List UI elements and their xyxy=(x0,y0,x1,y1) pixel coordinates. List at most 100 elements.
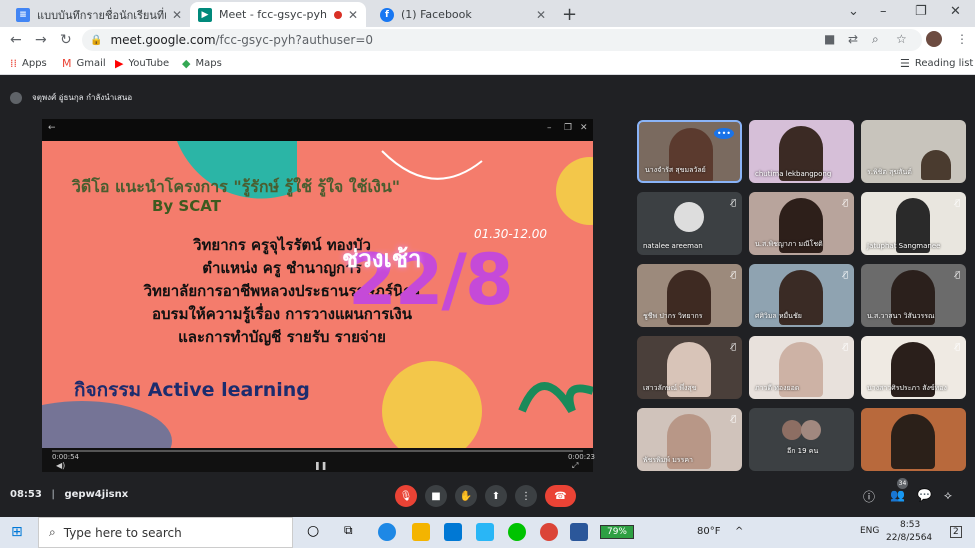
task-view-icon[interactable]: ⧉ xyxy=(344,523,362,541)
window-close-icon[interactable]: ✕ xyxy=(950,4,961,19)
pause-icon[interactable]: ❚❚ xyxy=(314,461,327,470)
leave-call-button[interactable]: ☎ xyxy=(545,485,576,507)
translate-icon[interactable]: ⇄ xyxy=(848,32,858,46)
participant-face xyxy=(891,414,935,469)
hangup-icon: ☎ xyxy=(554,490,567,502)
participant-tile[interactable]: ร.พิชิต สุขสันต์ xyxy=(861,120,966,183)
volume-icon[interactable]: ◀) xyxy=(56,461,65,470)
mic-off-icon: 🎙̸ xyxy=(731,270,736,279)
raise-hand-button[interactable]: ✋ xyxy=(455,485,477,507)
video-titlebar: ← – ❐ ✕ xyxy=(42,119,593,141)
more-vert-icon: ⋮ xyxy=(521,490,531,502)
edge-icon[interactable] xyxy=(378,523,396,541)
participant-tile[interactable]: ••• นางจำรัส สุขมลวัลย์ xyxy=(637,120,742,183)
windows-start-icon[interactable]: ⊞ xyxy=(11,524,23,540)
participant-tile[interactable]: 🎙̸ ชูชีพ ปากร วิทยากร xyxy=(637,264,742,327)
people-icon[interactable]: 👥 xyxy=(890,488,905,502)
tab-facebook[interactable]: f (1) Facebook ✕ xyxy=(372,2,554,27)
new-tab-icon[interactable]: + xyxy=(562,4,577,25)
slide-line: และการทำบัญชี รายรับ รายจ่าย xyxy=(178,328,386,346)
more-options-button[interactable]: ⋮ xyxy=(515,485,537,507)
present-button[interactable]: ⬆ xyxy=(485,485,507,507)
taskbar-search[interactable]: ⌕ Type here to search xyxy=(38,517,293,548)
mail-icon[interactable] xyxy=(444,523,462,541)
participant-tile[interactable]: 🎙̸ พัชรพิมพ์ มรรคา xyxy=(637,408,742,471)
mic-off-icon: 🎙̸ xyxy=(955,270,960,279)
participant-tile[interactable]: 🎙̸ natalee areeman xyxy=(637,192,742,255)
bookmark-star-icon[interactable]: ☆ xyxy=(896,32,907,46)
participant-face xyxy=(921,150,951,180)
search-icon: ⌕ xyxy=(49,525,56,539)
chat-icon[interactable]: 💬 xyxy=(917,488,932,502)
participant-tile[interactable]: 🎙̸ น.ส.พิชญาภา มณีโชติ xyxy=(749,192,854,255)
more-participants-tile[interactable]: อีก 19 คน xyxy=(749,408,854,471)
url-host: meet.google.com xyxy=(110,33,216,47)
maximize-icon[interactable]: ❐ xyxy=(564,123,572,133)
back-icon[interactable]: ← xyxy=(10,32,22,48)
hand-icon: ✋ xyxy=(459,490,473,502)
notifications-icon[interactable]: 2 xyxy=(950,526,962,538)
file-explorer-icon[interactable] xyxy=(412,523,430,541)
chrome-icon[interactable] xyxy=(540,523,558,541)
camera-icon: ■ xyxy=(431,490,441,502)
presentation-video[interactable]: ← – ❐ ✕ วิดีโอ แนะนำโครงการ "รู้รักษ์ รู… xyxy=(42,119,595,472)
language[interactable]: ENG xyxy=(860,526,879,536)
close-icon[interactable]: ✕ xyxy=(348,8,358,22)
clock-date[interactable]: 22/8/2564 xyxy=(886,533,932,543)
url-path: /fcc-gsyc-pyh?authuser=0 xyxy=(215,33,374,47)
participant-tile[interactable]: 🎙̸ Jatuphat Sangmanee xyxy=(861,192,966,255)
maximize-icon[interactable]: ❐ xyxy=(915,4,927,19)
bookmark-maps[interactable]: ◆ Maps xyxy=(182,57,222,70)
participant-tile[interactable]: 🎙̸ นางสาวศิรประภา สังข์ทอง xyxy=(861,336,966,399)
back-icon[interactable]: ← xyxy=(48,123,56,133)
elapsed-time: 0:00:54 xyxy=(52,453,79,461)
yellow-circle xyxy=(556,157,593,225)
tab-meet[interactable]: ▶ Meet - fcc-gsyc-pyh ✕ xyxy=(190,2,366,27)
avatar xyxy=(674,202,704,232)
seek-bar[interactable] xyxy=(52,450,583,452)
camera-toggle-button[interactable]: ■ xyxy=(425,485,447,507)
address-bar[interactable]: 🔒 meet.google.com/fcc-gsyc-pyh?authuser=… xyxy=(82,29,922,51)
meet-icon: ▶ xyxy=(198,7,212,22)
bookmark-gmail[interactable]: M Gmail xyxy=(62,57,106,70)
word-icon[interactable] xyxy=(570,523,588,541)
facebook-icon: f xyxy=(380,7,394,22)
fullscreen-icon[interactable]: ⤢ xyxy=(572,461,578,471)
minimize-icon[interactable]: – xyxy=(547,123,552,133)
reload-icon[interactable]: ↻ xyxy=(60,32,72,48)
more-options-icon[interactable]: ••• xyxy=(713,128,734,139)
participant-tile[interactable]: 🎙̸ ศศิวิมล หมื่นชัย xyxy=(749,264,854,327)
participant-tile[interactable]: 🎙̸ ภาวดี ทองยอด xyxy=(749,336,854,399)
profile-avatar[interactable] xyxy=(926,31,942,47)
participant-tile[interactable]: chutima lekbangpong xyxy=(749,120,854,183)
forward-icon[interactable]: → xyxy=(35,32,47,48)
info-icon[interactable]: ⓘ xyxy=(863,488,875,505)
participant-tile[interactable]: 🎙̸ น.ส.วาสนา วิสันวรรณ xyxy=(861,264,966,327)
video-controls: 0:00:54 0:00:23 ◀) ❚❚ ⤢ xyxy=(42,448,595,472)
l-app-icon[interactable] xyxy=(476,523,494,541)
activities-icon[interactable]: ⟡ xyxy=(944,488,952,503)
participant-tile[interactable]: 🎙̸ เสาวลักษณ์ พึ่งสุข xyxy=(637,336,742,399)
mic-toggle-button[interactable]: 🎙 xyxy=(395,485,417,507)
mic-off-icon: 🎙 xyxy=(399,490,413,502)
close-icon[interactable]: ✕ xyxy=(536,8,546,22)
clock-time[interactable]: 8:53 xyxy=(900,520,920,530)
close-icon[interactable]: ✕ xyxy=(172,8,182,22)
menu-dots-icon[interactable]: ⋮ xyxy=(956,32,968,46)
tab-search-icon[interactable]: ⌄ xyxy=(848,4,859,19)
cortana-icon[interactable]: ○ xyxy=(307,523,325,541)
browser-toolbar: ← → ↻ 🔒 meet.google.com/fcc-gsyc-pyh?aut… xyxy=(0,27,975,53)
maps-icon: ◆ xyxy=(182,57,191,70)
self-view-tile[interactable] xyxy=(861,408,966,471)
minimize-icon[interactable]: – xyxy=(880,4,887,19)
slide: วิดีโอ แนะนำโครงการ "รู้รักษ์ รู้ใช้ รู้… xyxy=(42,141,593,448)
tab-attendance-form[interactable]: ≡ แบบบันทึกรายชื่อนักเรียนที่เข้าร่วมอบร… xyxy=(8,2,190,27)
close-icon[interactable]: ✕ xyxy=(580,123,588,133)
camera-icon[interactable]: ■ xyxy=(824,32,835,46)
line-icon[interactable] xyxy=(508,523,526,541)
zoom-icon[interactable]: ⌕ xyxy=(872,32,879,47)
tray-chevron-icon[interactable]: ^ xyxy=(735,526,743,537)
bookmark-apps[interactable]: ⁞⁞ Apps xyxy=(10,57,47,70)
reading-list[interactable]: ☰ Reading list xyxy=(900,57,973,70)
bookmark-youtube[interactable]: ▶ YouTube xyxy=(115,57,169,70)
